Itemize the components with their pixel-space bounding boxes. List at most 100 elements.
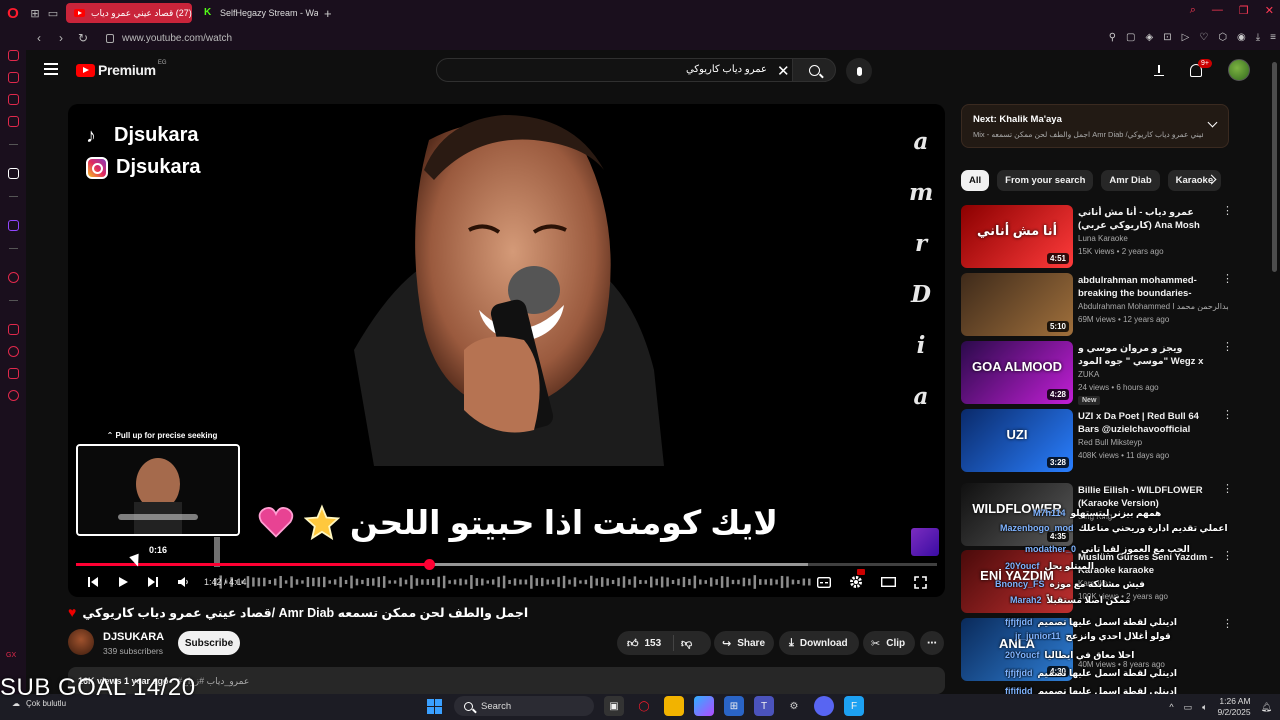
- more-vertical-icon[interactable]: ⋮: [1222, 342, 1233, 353]
- like-button[interactable]: 👍︎ 153: [627, 637, 661, 650]
- reload-icon[interactable]: ↻: [74, 31, 92, 45]
- shield-icon[interactable]: ◈: [1146, 32, 1154, 43]
- extensions-icon[interactable]: ⬡: [1218, 32, 1227, 43]
- video-title[interactable]: abdulrahman mohammed- breaking the bound…: [1078, 274, 1215, 300]
- tray-chevron-icon[interactable]: ^: [1169, 702, 1173, 712]
- channel-name[interactable]: ZUKA: [1078, 370, 1228, 379]
- sidebar-player-icon[interactable]: [8, 272, 19, 283]
- settings-gear-icon[interactable]: [848, 569, 865, 592]
- sidebar-history-icon[interactable]: [8, 346, 19, 357]
- channel-name[interactable]: DJSUKARA: [103, 631, 164, 643]
- recommendation-item[interactable]: 5:10 abdulrahman mohammed- breaking the b…: [961, 273, 1271, 337]
- snapshot-icon[interactable]: ▢: [1126, 32, 1135, 43]
- app-f-icon[interactable]: F: [844, 696, 864, 716]
- share-button[interactable]: ↪ Share: [714, 631, 774, 655]
- sidebar-messenger-icon[interactable]: [8, 94, 19, 105]
- video-thumbnail[interactable]: أنا مش أناني 4:51: [961, 205, 1073, 268]
- video-title[interactable]: ويجز و مروان موسي و موسي " جوه المود" We…: [1078, 342, 1215, 368]
- video-thumbnail[interactable]: 5:10: [961, 273, 1073, 336]
- download-button[interactable]: ⤓ Download: [779, 631, 859, 655]
- youtube-premium-logo[interactable]: Premium EG: [76, 60, 166, 78]
- clock[interactable]: 1:26 AM 9/2/2025: [1217, 696, 1250, 718]
- description-box[interactable]: 16K views 1 year ago #عمرو_دياب #زواج: [68, 667, 945, 694]
- tab-workspaces-icon[interactable]: ⊞: [26, 4, 44, 22]
- play-icon[interactable]: [116, 572, 130, 592]
- more-vertical-icon[interactable]: ⋮: [1222, 206, 1233, 217]
- chevron-down-icon[interactable]: [1207, 117, 1218, 128]
- sidebar-aria-icon[interactable]: [8, 168, 19, 179]
- more-vertical-icon[interactable]: ⋮: [1222, 619, 1233, 630]
- sidebar-mail-icon[interactable]: [8, 116, 19, 127]
- heart-icon[interactable]: ♡: [1199, 32, 1208, 43]
- sidebar-speed-dial-icon[interactable]: [8, 50, 19, 61]
- close-icon[interactable]: ✕: [1265, 4, 1274, 17]
- network-icon[interactable]: ▭: [1184, 702, 1193, 713]
- video-thumbnail[interactable]: UZI 3:28: [961, 409, 1073, 472]
- clip-button[interactable]: ✂ Clip: [863, 631, 915, 655]
- url-field[interactable]: www.youtube.com/watch: [106, 33, 232, 44]
- channel-avatar[interactable]: [68, 629, 94, 655]
- progress-scrubber[interactable]: [424, 559, 435, 570]
- channel-name[interactable]: Red Bull Miksteyp: [1078, 438, 1228, 447]
- tab-youtube[interactable]: (27) قصاد عيني عمرو دياب: [66, 3, 192, 23]
- channel-name[interactable]: Abdulrahman Mohammed I عبدالرحمن محمد: [1078, 302, 1228, 311]
- more-vertical-icon[interactable]: ⋮: [1222, 274, 1233, 285]
- more-vertical-icon[interactable]: ⋮: [1222, 484, 1233, 495]
- settings-icon[interactable]: ⚙: [784, 696, 804, 716]
- volume-icon[interactable]: [176, 572, 190, 592]
- search-tabs-icon[interactable]: ⌕: [1190, 4, 1196, 17]
- sidebar-extensions-icon[interactable]: [8, 368, 19, 379]
- windows-start-icon[interactable]: [424, 696, 444, 716]
- back-icon[interactable]: ‹: [30, 31, 48, 45]
- notifications-bell-icon[interactable]: 9+: [1190, 58, 1212, 77]
- video-thumbnail[interactable]: GOA ALMOOD 4:28: [961, 341, 1073, 404]
- search-input[interactable]: [447, 64, 767, 75]
- channel-name[interactable]: Luna Karaoke: [1078, 234, 1228, 243]
- video-title[interactable]: Billie Eilish - WILDFLOWER (Karaoke Vers…: [1078, 484, 1215, 510]
- voice-search-button[interactable]: [846, 58, 872, 84]
- pin-icon[interactable]: ⚲: [1109, 32, 1116, 43]
- subtitles-icon[interactable]: [816, 572, 832, 592]
- discord-icon[interactable]: [814, 696, 834, 716]
- task-view-icon[interactable]: ▣: [604, 696, 624, 716]
- notification-center-icon[interactable]: 🔔︎: [1261, 702, 1272, 713]
- opera-logo-icon[interactable]: O: [0, 0, 26, 26]
- chip-from-your-search[interactable]: From your search: [997, 170, 1094, 191]
- guide-menu-icon[interactable]: [44, 63, 58, 75]
- dislike-button[interactable]: 👎︎: [681, 637, 698, 650]
- more-actions-button[interactable]: ⋯: [920, 631, 944, 655]
- up-next-mix-panel[interactable]: Next: Khalik Ma'aya Mix - اجمل والطف لحن…: [961, 104, 1229, 148]
- account-avatar[interactable]: [1228, 59, 1250, 81]
- new-tab-icon[interactable]: +: [324, 6, 332, 21]
- previous-icon[interactable]: [86, 572, 100, 592]
- file-explorer-icon[interactable]: [664, 696, 684, 716]
- recommendation-item[interactable]: UZI 3:28 UZI x Da Poet | Red Bull 64 Bars …: [961, 409, 1271, 473]
- page-scrollbar[interactable]: [1270, 50, 1280, 694]
- sidebar-settings-icon[interactable]: [8, 390, 19, 401]
- player-icon[interactable]: ▷: [1182, 32, 1190, 43]
- progress-bar[interactable]: [76, 559, 937, 570]
- maximize-icon[interactable]: ❐: [1239, 4, 1249, 17]
- sidebar-twitch-icon[interactable]: [8, 220, 19, 231]
- more-vertical-icon[interactable]: ⋮: [1222, 410, 1233, 421]
- fullscreen-icon[interactable]: [912, 572, 928, 592]
- clear-search-icon[interactable]: ✕: [777, 62, 790, 80]
- video-title[interactable]: عمرو دياب - أنا مش أناني (كاريوكي عربي) …: [1078, 206, 1215, 232]
- recommendation-item[interactable]: أنا مش أناني 4:51 عمرو دياب - أنا مش أناني…: [961, 205, 1271, 269]
- opera-gx-taskbar-icon[interactable]: ◯: [634, 696, 654, 716]
- scrollbar-thumb[interactable]: [1272, 62, 1277, 272]
- tab-islands-icon[interactable]: ▭: [44, 4, 62, 22]
- sidebar-bag-icon[interactable]: [8, 72, 19, 83]
- speaker-icon[interactable]: 🔈︎: [1202, 702, 1207, 713]
- profile-icon[interactable]: ◉: [1237, 32, 1246, 43]
- video-player[interactable]: ♪ Djsukara Djsukara a m r D i a b: [68, 104, 945, 597]
- chip-all[interactable]: All: [961, 170, 990, 191]
- search-button[interactable]: [792, 58, 836, 82]
- minimize-icon[interactable]: —: [1212, 4, 1223, 17]
- vpn-icon[interactable]: ⊡: [1163, 32, 1171, 43]
- theater-mode-icon[interactable]: [880, 572, 896, 592]
- upload-icon[interactable]: [1154, 64, 1164, 76]
- tab-kick-stream[interactable]: K SelfHegazy Stream - Wat: [196, 3, 318, 23]
- copilot-icon[interactable]: [694, 696, 714, 716]
- store-icon[interactable]: ⊞: [724, 696, 744, 716]
